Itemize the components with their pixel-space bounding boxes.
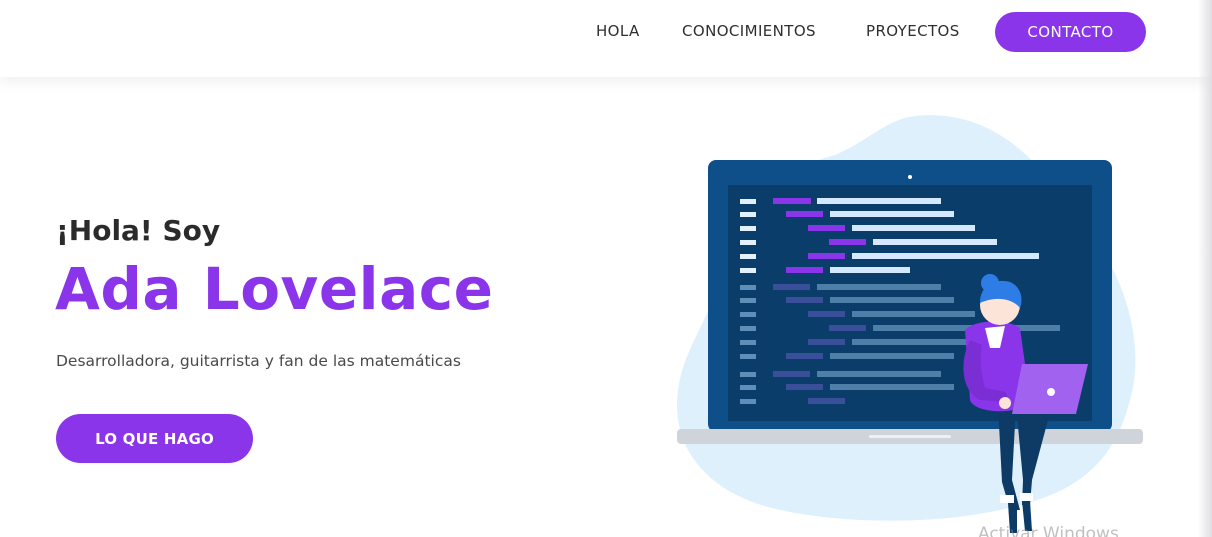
lo-que-hago-button[interactable]: LO QUE HAGO [56,414,253,463]
top-navbar: HOLA CONOCIMIENTOS PROYECTOS CONTACTO [0,0,1212,77]
activate-windows-watermark: Activar Windows [978,524,1119,537]
webcam-dot [908,175,912,179]
laptop-notch [869,435,951,438]
developer-laptop-illustration [660,100,1160,537]
hero-name: Ada Lovelace [55,255,494,323]
window-edge-scrollbar[interactable] [1198,0,1212,537]
nav-link-conocimientos[interactable]: CONOCIMIENTOS [682,22,816,40]
hero-tagline: Desarrolladora, guitarrista y fan de las… [56,352,461,370]
hero-greeting: ¡Hola! Soy [56,214,221,247]
illustration-svg [676,115,1143,533]
nav-link-proyectos[interactable]: PROYECTOS [866,22,960,40]
nav-contacto-button[interactable]: CONTACTO [995,12,1146,52]
nav-link-hola[interactable]: HOLA [596,22,640,40]
